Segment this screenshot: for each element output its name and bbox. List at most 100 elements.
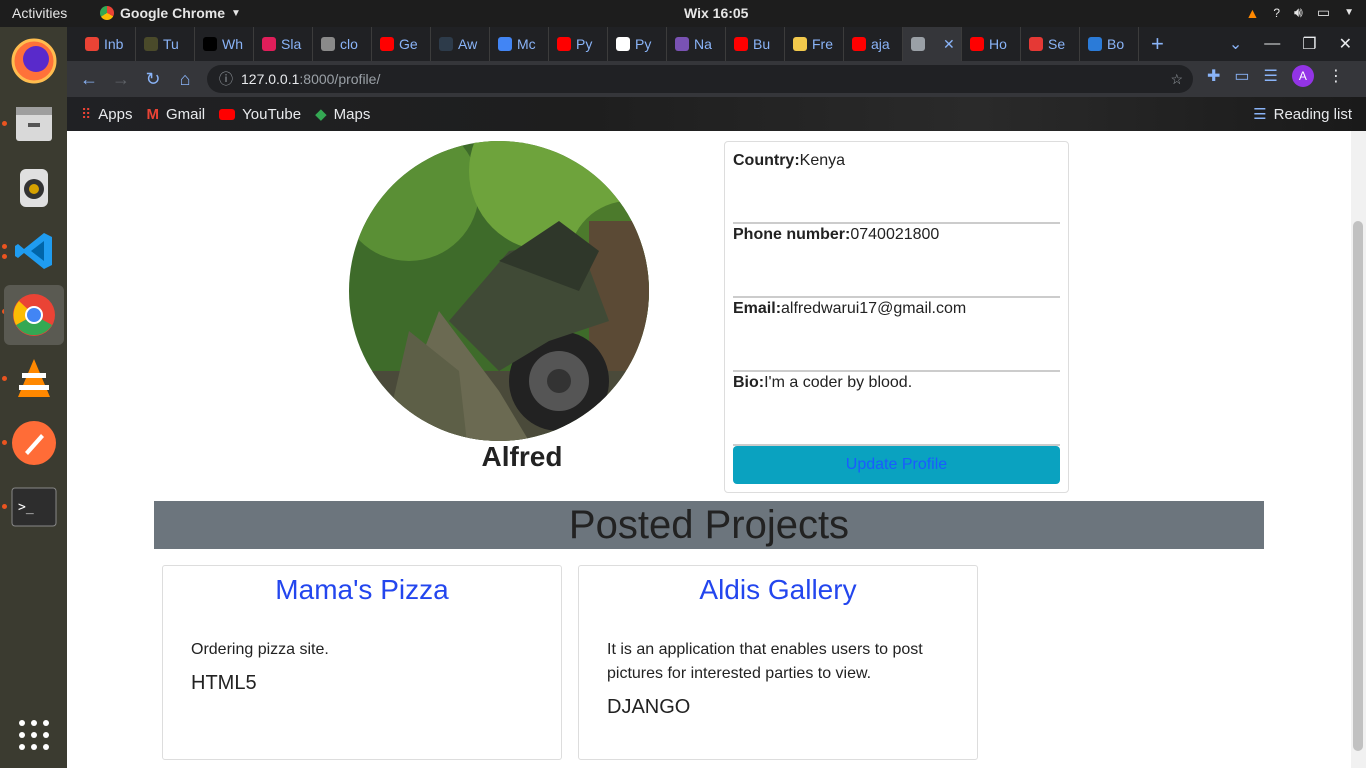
address-bar[interactable]: ⓘ 127.0.0.1:8000/profile/ ☆ xyxy=(207,65,1193,93)
tab-label: clo xyxy=(340,36,358,52)
browser-tab[interactable]: Tu xyxy=(136,27,195,61)
page-content: Alfred Country:Kenya Phone number:074002… xyxy=(67,131,1351,768)
browser-tab[interactable]: Bu xyxy=(726,27,785,61)
bookmark-star-icon[interactable]: ☆ xyxy=(1170,71,1183,88)
cast-icon[interactable]: ▭ xyxy=(1234,66,1249,86)
back-icon[interactable]: ← xyxy=(73,63,105,95)
project-technology: HTML5 xyxy=(191,672,257,694)
profile-picture xyxy=(349,141,649,441)
tab-favicon-icon xyxy=(616,37,630,51)
restore-icon[interactable]: ❐ xyxy=(1302,34,1316,54)
project-title-link[interactable]: Aldis Gallery xyxy=(579,574,977,606)
firefox-launcher[interactable] xyxy=(4,31,64,91)
vlc-tray-icon[interactable]: ▲ xyxy=(1245,5,1259,21)
tab-favicon-icon xyxy=(557,37,571,51)
vscode-launcher[interactable] xyxy=(4,221,64,281)
tab-label: Inb xyxy=(104,36,124,52)
terminal-icon: >_ xyxy=(11,487,57,527)
browser-tab[interactable]: aja xyxy=(844,27,903,61)
tab-label: Wh xyxy=(222,36,243,52)
tab-search-icon[interactable]: ⌄ xyxy=(1229,34,1242,54)
tab-label: Bu xyxy=(753,36,771,52)
rhythmbox-launcher[interactable] xyxy=(4,157,64,217)
files-launcher[interactable] xyxy=(4,93,64,153)
battery-icon[interactable]: ▭ xyxy=(1317,4,1330,21)
media-icon[interactable]: ☰ xyxy=(1264,66,1278,86)
clock[interactable]: Wix 16:05 xyxy=(684,5,748,21)
close-window-icon[interactable]: ✕ xyxy=(1339,34,1352,54)
tab-favicon-icon xyxy=(1029,37,1043,51)
project-description: Ordering pizza site. xyxy=(191,641,329,658)
tab-favicon-icon xyxy=(793,37,807,51)
browser-tab[interactable]: Py xyxy=(608,27,667,61)
browser-tab[interactable]: clo xyxy=(313,27,372,61)
info-phone: Phone number:0740021800 xyxy=(733,224,1060,298)
extensions-icon[interactable]: ✚ xyxy=(1207,66,1220,86)
tab-label: Na xyxy=(694,36,712,52)
browser-tab[interactable]: Na xyxy=(667,27,726,61)
tab-label: Mc xyxy=(517,36,536,52)
new-tab-button[interactable]: + xyxy=(1151,31,1164,57)
tab-label: Ge xyxy=(399,36,418,52)
browser-tab[interactable]: Bo xyxy=(1080,27,1139,61)
browser-tab[interactable]: Fre xyxy=(785,27,844,61)
project-title-link[interactable]: Mama's Pizza xyxy=(163,574,561,606)
system-tray[interactable]: ▲ ? 🔊︎ ▭ ▼ xyxy=(1245,4,1354,21)
minimize-icon[interactable]: — xyxy=(1264,35,1280,53)
browser-tab[interactable]: Se xyxy=(1021,27,1080,61)
reload-icon[interactable]: ↻ xyxy=(137,63,169,95)
avatar[interactable]: A xyxy=(1291,65,1314,87)
chrome-launcher[interactable] xyxy=(4,285,64,345)
browser-tab[interactable]: Ho xyxy=(962,27,1021,61)
tab-favicon-icon xyxy=(85,37,99,51)
tab-favicon-icon xyxy=(852,37,866,51)
browser-tab[interactable]: Py xyxy=(549,27,608,61)
postman-icon xyxy=(12,421,56,465)
bookmark-youtube[interactable]: YouTube xyxy=(219,106,301,123)
info-icon[interactable]: ⓘ xyxy=(219,69,233,89)
bookmark-gmail[interactable]: M Gmail xyxy=(146,106,205,123)
tab-label: Ho xyxy=(989,36,1007,52)
forward-icon[interactable]: → xyxy=(105,63,137,95)
close-tab-icon[interactable]: ✕ xyxy=(943,36,955,53)
vlc-launcher[interactable] xyxy=(4,349,64,409)
app-menu[interactable]: Google Chrome ▼ xyxy=(100,5,241,21)
reading-list-button[interactable]: ☰ Reading list xyxy=(1253,105,1352,124)
profile-info-card: Country:Kenya Phone number:0740021800 Em… xyxy=(724,141,1069,493)
maps-icon: ◆ xyxy=(315,106,327,123)
browser-tab[interactable]: Sla xyxy=(254,27,313,61)
tab-favicon-icon xyxy=(321,37,335,51)
show-apps-button[interactable] xyxy=(4,705,64,765)
tab-favicon-icon xyxy=(380,37,394,51)
chevron-down-icon[interactable]: ▼ xyxy=(1344,7,1354,18)
page-scrollbar[interactable] xyxy=(1351,131,1366,768)
browser-tab[interactable]: Wh xyxy=(195,27,254,61)
browser-tab[interactable]: Ge xyxy=(372,27,431,61)
url-host: 127.0.0.1 xyxy=(241,71,300,87)
bookmark-apps[interactable]: ⠿ Apps xyxy=(81,106,132,123)
info-email: Email:alfredwarui17@gmail.com xyxy=(733,298,1060,372)
chevron-down-icon: ▼ xyxy=(231,7,241,19)
update-profile-button[interactable]: Update Profile xyxy=(733,446,1060,484)
browser-toolbar: ← → ↻ ⌂ ⓘ 127.0.0.1:8000/profile/ ☆ ✚ ▭ … xyxy=(67,61,1366,97)
activities-button[interactable]: Activities xyxy=(12,5,67,21)
tab-favicon-icon xyxy=(911,37,925,51)
volume-icon[interactable]: 🔊︎ xyxy=(1294,4,1303,21)
project-technology: DJANGO xyxy=(607,696,691,718)
browser-tab[interactable]: Aw xyxy=(431,27,490,61)
browser-tab[interactable]: ✕ xyxy=(903,27,962,61)
help-icon[interactable]: ? xyxy=(1273,6,1280,20)
browser-tab[interactable]: Mc xyxy=(490,27,549,61)
home-icon[interactable]: ⌂ xyxy=(169,63,201,95)
browser-window: Inb Tu Wh Sla clo Ge Aw Mc Py Py Na Bu Fre aja ✕ Ho Se Bo… xyxy=(67,27,1366,131)
bookmark-maps[interactable]: ◆ Maps xyxy=(315,105,370,124)
scrollbar-thumb[interactable] xyxy=(1353,221,1363,751)
postman-launcher[interactable] xyxy=(4,413,64,473)
browser-tab[interactable]: Inb xyxy=(77,27,136,61)
terminal-launcher[interactable]: >_ xyxy=(4,477,64,537)
svg-text:>_: >_ xyxy=(18,500,34,515)
vlc-icon xyxy=(18,359,50,397)
tab-label: Fre xyxy=(812,36,833,52)
menu-icon[interactable]: ⋮ xyxy=(1328,66,1344,86)
files-icon xyxy=(16,107,52,141)
